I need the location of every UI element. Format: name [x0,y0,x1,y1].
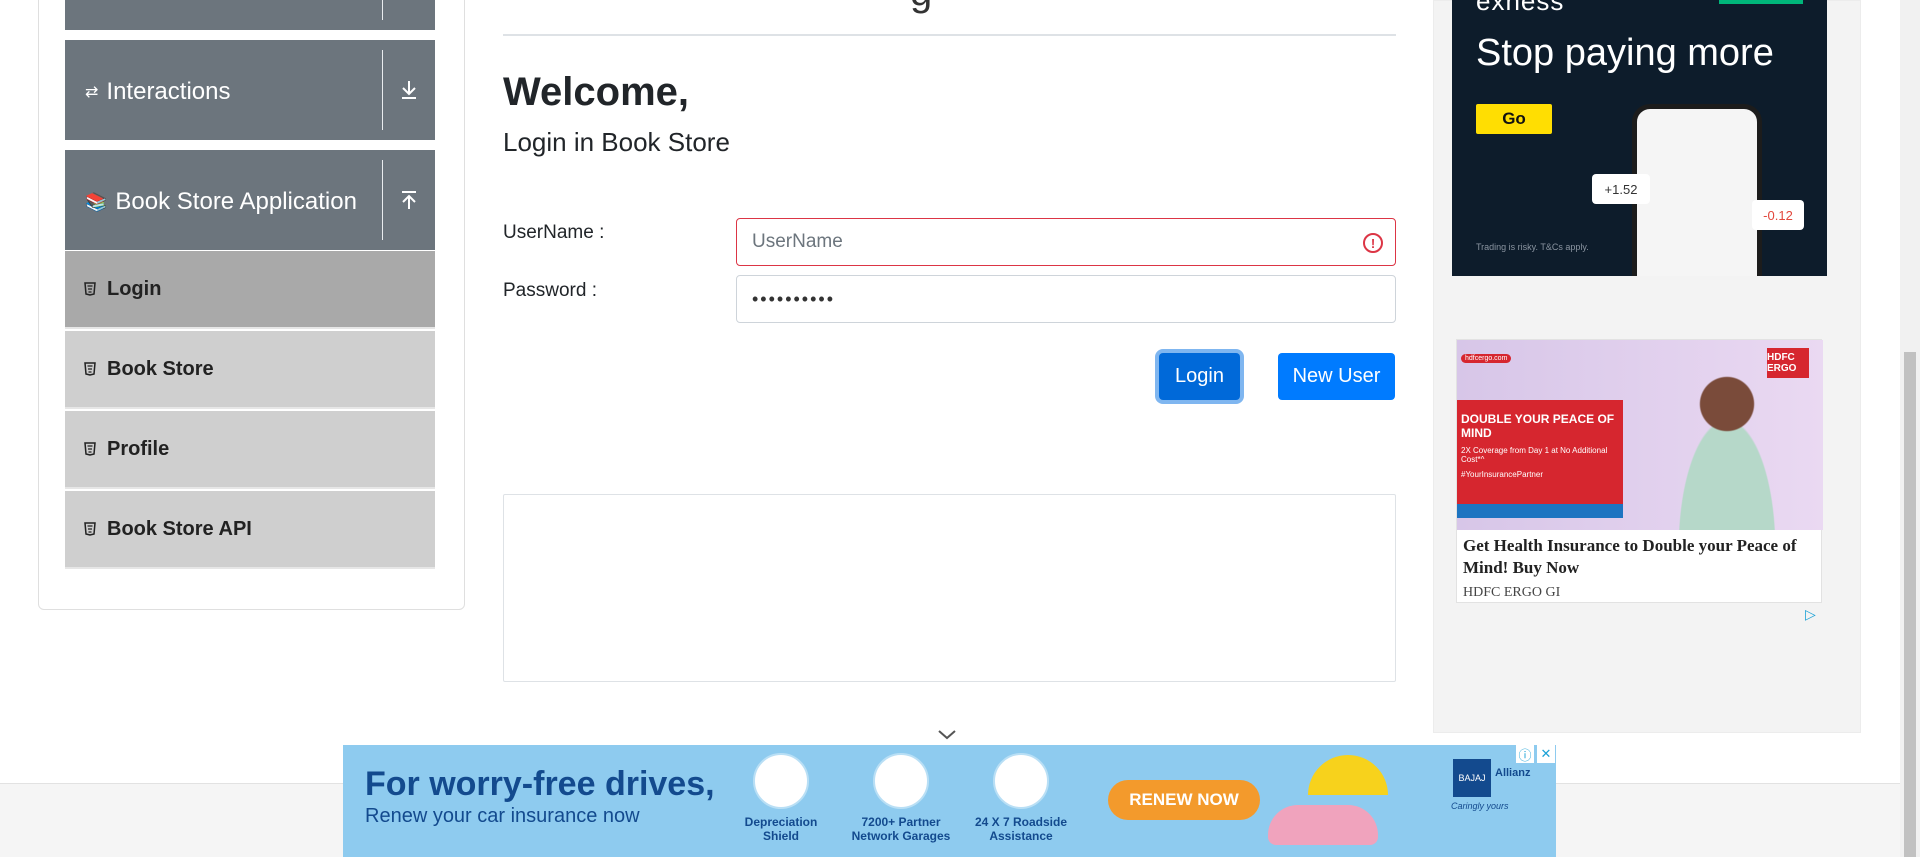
ad-red-panel: DOUBLE YOUR PEACE OF MIND 2X Coverage fr… [1457,400,1623,508]
bajaj-ad[interactable]: For worry-free drives, Renew your car in… [343,745,1556,857]
phone-image [1632,104,1762,276]
welcome-heading: Welcome, [503,70,689,114]
password-label: Password : [503,280,597,301]
ad-close-icon[interactable]: ✕ [1537,745,1555,763]
sidebar-item-login[interactable]: Login [65,251,435,329]
login-subtitle: Login in Book Store [503,127,730,157]
login-button[interactable]: Login [1159,353,1240,400]
ad-go-button[interactable]: Go [1476,104,1552,134]
scrollbar-thumb[interactable] [1904,352,1916,857]
tow-truck-icon [993,753,1049,809]
group-label: Interactions [106,78,231,105]
price-down-tag: -0.12 [1752,200,1804,230]
output-panel [503,494,1396,682]
new-user-button[interactable]: New User [1278,353,1395,400]
password-value: •••••••••• [752,288,836,309]
ad-subline: Renew your car insurance now [365,805,640,827]
panel-sub: 2X Coverage from Day 1 at No Additional … [1461,446,1608,464]
allianz-logo: Allianz [1495,767,1531,779]
person-image [1652,350,1802,530]
username-label: UserName : [503,222,605,243]
password-input[interactable]: •••••••••• [736,275,1396,323]
group-separator [382,50,383,130]
username-input[interactable]: UserName ! [736,218,1396,266]
ad-headline: Stop paying more [1476,32,1774,74]
sidebar-item-book-store[interactable]: Book Store [65,331,435,409]
hdfc-ad-visual: hdfcergo.com HDFC ERGO DOUBLE YOUR PEACE… [1457,340,1823,530]
group-separator [382,160,383,240]
panel-title: DOUBLE YOUR PEACE OF MIND [1461,412,1615,440]
upload-arrow-icon[interactable] [397,188,421,212]
sidebar-item-book-store-api[interactable]: Book Store API [65,491,435,569]
exness-ad[interactable]: exness Stop paying more Go +1.52 -0.12 T… [1452,0,1827,276]
car-image [1268,805,1378,845]
hdfc-ad[interactable]: hdfcergo.com HDFC ERGO DOUBLE YOUR PEACE… [1456,339,1823,603]
ad-info-icon[interactable]: ⓘ [1516,745,1534,763]
ad-blue-strip [1457,504,1623,518]
ad-copy[interactable]: Get Health Insurance to Double your Peac… [1463,535,1813,579]
sidebar-item-label: Profile [107,437,170,460]
html5-icon [83,281,97,297]
price-up-tag: +1.52 [1592,174,1650,204]
error-icon: ! [1363,233,1383,253]
sidebar-group-collapsed[interactable] [65,0,435,30]
garage-icon [873,753,929,809]
sidebar-item-profile[interactable]: Profile [65,411,435,489]
group-separator [382,0,383,20]
adchoices-icon[interactable]: ▷ [1805,606,1816,623]
rating-stars-icon [1719,0,1803,4]
ad-headline: For worry-free drives, [365,765,715,803]
ad-site: hdfcergo.com [1461,354,1512,363]
sidebar-item-label: Book Store API [107,517,252,540]
feature-item: Depreciation Shield [731,753,831,843]
ad-advertiser: HDFC ERGO GI [1463,585,1561,600]
ad-tagline: Caringly yours [1451,801,1509,811]
heading-divider [503,34,1396,36]
group-label: Book Store Application [115,188,357,215]
sidebar-item-label: Book Store [107,357,214,380]
interactions-icon: ⇄ [85,84,99,101]
sidebar-group-book-store[interactable]: 📚 Book Store Application [65,150,435,250]
ad-brand: exness [1476,0,1565,16]
page-heading-fragment: g [910,0,932,15]
sidebar-group-interactions[interactable]: ⇄ Interactions [65,40,435,140]
chevron-down-icon[interactable] [937,725,957,746]
download-arrow-icon[interactable] [397,78,421,102]
html5-icon [83,361,97,377]
html5-icon [83,521,97,537]
umbrella-image [1308,755,1388,795]
bajaj-logo: BAJAJ [1453,759,1491,797]
feature-item: 24 X 7 Roadside Assistance [971,753,1071,843]
renew-now-button[interactable]: RENEW NOW [1108,780,1260,820]
username-placeholder: UserName [752,231,843,252]
shield-car-icon [753,753,809,809]
panel-hashtag: #YourInsurancePartner [1461,470,1543,479]
feature-item: 7200+ Partner Network Garages [851,753,951,843]
html5-icon [83,441,97,457]
books-icon: 📚 [85,191,108,212]
ad-disclaimer: Trading is risky. T&Cs apply. [1476,242,1589,252]
sidebar-item-label: Login [107,277,162,300]
